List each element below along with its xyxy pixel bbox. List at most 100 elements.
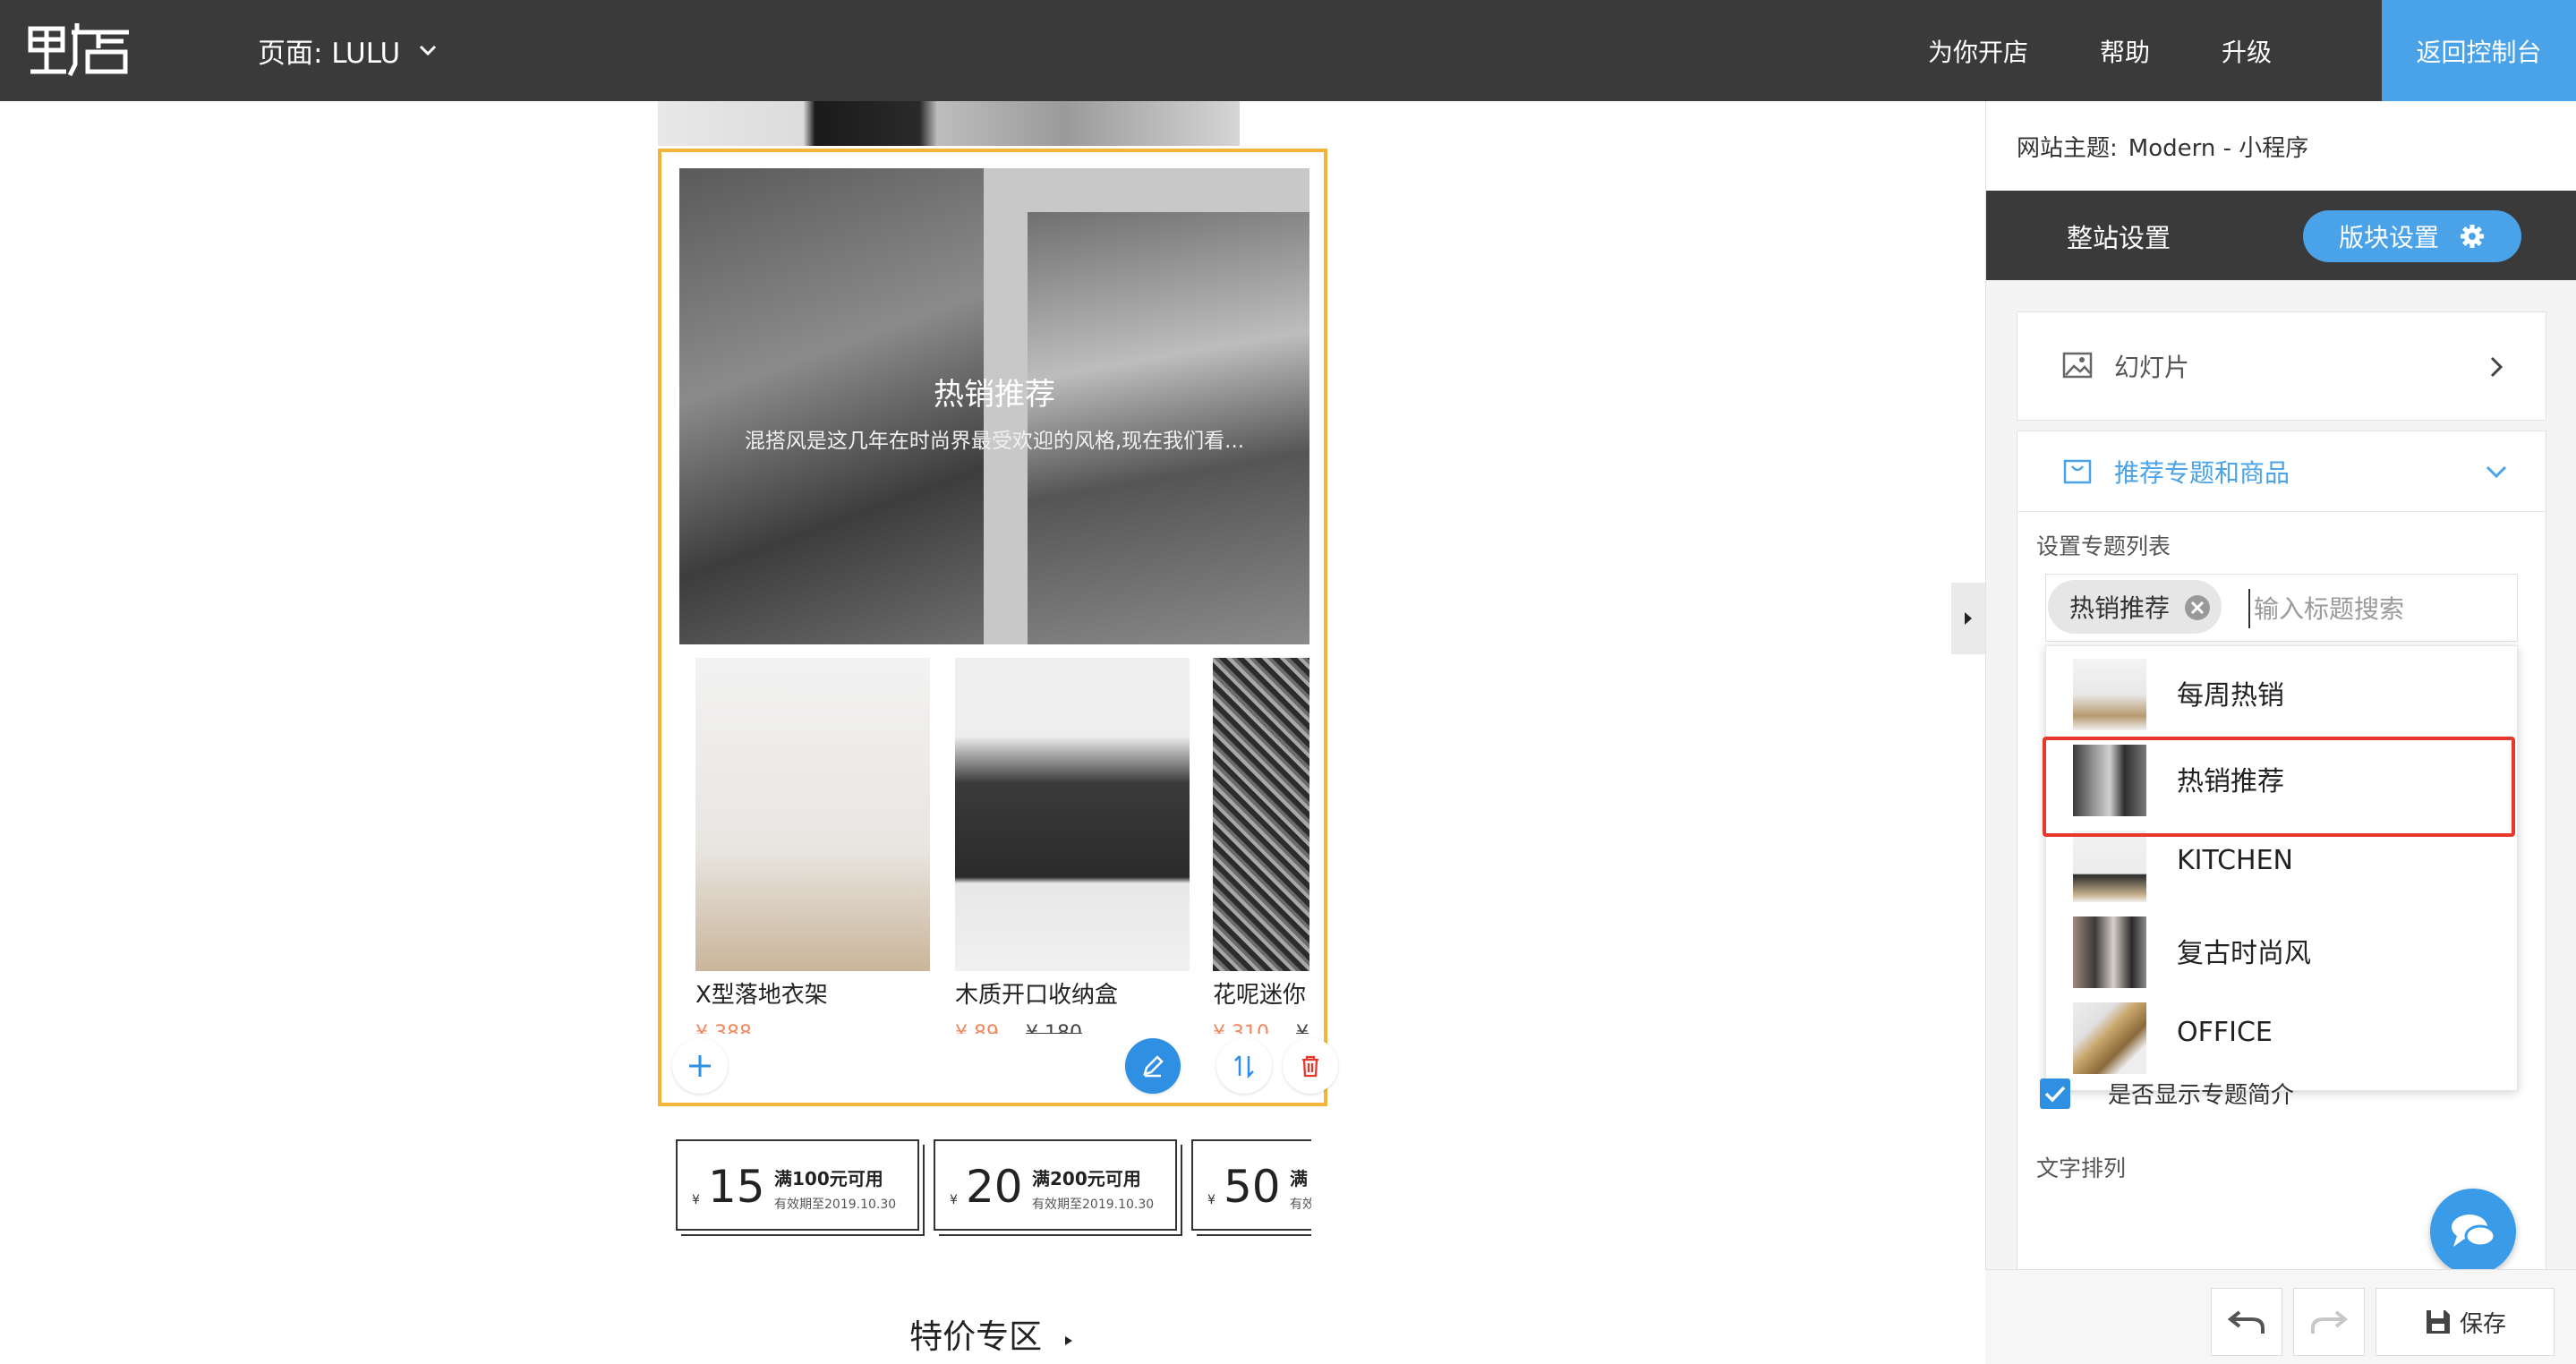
option-thumbnail xyxy=(2073,916,2146,988)
coupon-expiry: 有效 xyxy=(1290,1198,1311,1212)
product-name: X型落地衣架 xyxy=(695,982,828,1009)
save-label: 保存 xyxy=(2459,1310,2506,1338)
delete-block-button[interactable] xyxy=(1283,1038,1338,1094)
product-image xyxy=(955,658,1190,971)
coupon-condition: 满200元可用 xyxy=(1032,1168,1141,1189)
coupon-condition: 满100元可用 xyxy=(774,1168,883,1189)
pencil-icon xyxy=(1143,1055,1164,1078)
save-icon xyxy=(2426,1310,2450,1334)
undo-button[interactable] xyxy=(2211,1288,2282,1356)
product-card[interactable]: 木质开口收纳盒 ¥ 89 ¥ 180 xyxy=(955,658,1190,1034)
coupon-expiry: 有效期至2019.10.30 xyxy=(1032,1198,1155,1212)
selected-topic-tag: 热销推荐 xyxy=(2048,580,2222,634)
redo-icon xyxy=(2311,1310,2349,1334)
topic-tag-input[interactable]: 热销推荐 xyxy=(2045,574,2518,642)
collapse-panel-toggle[interactable] xyxy=(1951,583,1985,654)
redo-button[interactable] xyxy=(2293,1288,2365,1356)
chevron-down-icon xyxy=(2486,465,2507,479)
chat-button[interactable] xyxy=(2430,1189,2516,1274)
back-to-dashboard-button[interactable]: 返回控制台 xyxy=(2382,0,2576,101)
nav-open-store[interactable]: 为你开店 xyxy=(1928,0,2028,101)
settings-panel: 网站主题: Modern - 小程序 整站设置 版块设置 幻灯片 推荐专题和商品… xyxy=(1985,101,2576,1364)
nav-open-store-label: 为你开店 xyxy=(1928,37,2029,67)
option-label: KITCHEN xyxy=(2177,845,2293,876)
product-name: 花呢迷你 xyxy=(1213,982,1307,1009)
option-label: OFFICE xyxy=(2177,1017,2273,1048)
product-image xyxy=(1213,658,1309,971)
page-canvas: 热销推荐 混搭风是这几年在时尚界最受欢迎的风格,现在我们看... X型落地衣架 … xyxy=(0,101,1985,1364)
undo-icon xyxy=(2227,1310,2265,1334)
plus-icon xyxy=(689,1055,711,1077)
show-intro-option[interactable]: 是否显示专题简介 xyxy=(2040,1077,2294,1110)
theme-value: Modern - 小程序 xyxy=(2128,134,2309,162)
product-price: ¥ 388 xyxy=(695,1022,930,1034)
bottom-toolbar: 保存 xyxy=(1985,1269,2576,1364)
coupon-currency: ¥ xyxy=(950,1193,958,1207)
coupon-card[interactable]: ¥ 15 满100元可用 有效期至2019.10.30 xyxy=(676,1139,919,1231)
coupon-card[interactable]: ¥ 50 满 有效 xyxy=(1191,1139,1311,1231)
dropdown-option[interactable]: OFFICE xyxy=(2046,990,2519,1076)
sort-icon xyxy=(1234,1055,1254,1079)
theme-label: 网站主题: xyxy=(2017,134,2118,162)
recommend-label: 推荐专题和商品 xyxy=(2114,457,2290,488)
product-price: ¥ 310 ¥ xyxy=(1213,1022,1309,1034)
nav-upgrade[interactable]: 升级 xyxy=(2222,0,2272,101)
topic-list-label: 设置专题列表 xyxy=(2036,533,2171,559)
chat-bubbles-icon xyxy=(2452,1215,2496,1248)
special-offer-heading[interactable]: 特价专区 xyxy=(658,1309,1327,1358)
banner-subtitle: 混搭风是这几年在时尚界最受欢迎的风格,现在我们看... xyxy=(744,430,1245,453)
price-current: ¥ 89 xyxy=(955,1022,999,1034)
text-align-label: 文字排列 xyxy=(2036,1155,2127,1181)
option-thumbnail xyxy=(2073,1002,2146,1074)
option-thumbnail xyxy=(2073,745,2146,816)
option-thumbnail xyxy=(2073,659,2146,730)
product-card[interactable]: X型落地衣架 ¥ 388 xyxy=(695,658,930,1034)
image-icon xyxy=(2062,352,2093,379)
price-current: ¥ 310 xyxy=(1213,1022,1269,1034)
slideshow-section[interactable]: 幻灯片 xyxy=(2017,311,2546,421)
dropdown-option[interactable]: 复古时尚风 xyxy=(2046,904,2519,990)
dropdown-option[interactable]: 热销推荐 xyxy=(2046,732,2519,818)
chevron-right-icon xyxy=(2490,356,2503,378)
coupon-amount: 20 xyxy=(966,1161,1023,1213)
checkmark-icon xyxy=(2044,1086,2066,1103)
settings-tabs: 整站设置 版块设置 xyxy=(1986,191,2576,280)
tab-block-settings[interactable]: 版块设置 xyxy=(2303,210,2521,262)
option-label: 复古时尚风 xyxy=(2177,938,2311,969)
dropdown-option[interactable]: 每周热销 xyxy=(2046,646,2519,732)
show-intro-label: 是否显示专题简介 xyxy=(2108,1082,2295,1109)
coupon-condition: 满 xyxy=(1290,1168,1308,1189)
topic-search-input[interactable] xyxy=(2254,587,2504,630)
coupon-list: ¥ 15 满100元可用 有效期至2019.10.30 ¥ 20 满200元可用… xyxy=(676,1139,1311,1238)
product-name: 木质开口收纳盒 xyxy=(955,982,1119,1009)
topic-banner[interactable]: 热销推荐 混搭风是这几年在时尚界最受欢迎的风格,现在我们看... xyxy=(679,168,1309,644)
banner-title: 热销推荐 xyxy=(934,377,1055,413)
trash-icon xyxy=(1302,1055,1318,1078)
selected-block[interactable]: 热销推荐 混搭风是这几年在时尚界最受欢迎的风格,现在我们看... X型落地衣架 … xyxy=(658,149,1338,1106)
edit-block-button[interactable] xyxy=(1125,1038,1181,1094)
reorder-block-button[interactable] xyxy=(1216,1038,1272,1094)
nav-upgrade-label: 升级 xyxy=(2222,37,2273,67)
nav-help-label: 帮助 xyxy=(2100,37,2151,67)
dropdown-option[interactable]: KITCHEN xyxy=(2046,818,2519,904)
remove-tag-icon[interactable] xyxy=(2184,594,2211,621)
nav-help[interactable]: 帮助 xyxy=(2100,0,2150,101)
show-intro-checkbox[interactable] xyxy=(2040,1078,2070,1109)
slideshow-header[interactable]: 幻灯片 xyxy=(2017,312,2546,420)
text-cursor xyxy=(2248,589,2250,628)
product-image xyxy=(695,658,930,971)
page-selector[interactable]: 页面: LULU xyxy=(258,30,438,70)
caret-right-icon xyxy=(1965,612,1972,625)
save-button[interactable]: 保存 xyxy=(2376,1288,2555,1356)
price-current: ¥ 388 xyxy=(695,1022,752,1034)
product-list: X型落地衣架 ¥ 388 木质开口收纳盒 ¥ 89 ¥ 180 花呢迷你 ¥ 31… xyxy=(695,658,1309,1034)
recommend-header[interactable]: 推荐专题和商品 xyxy=(2017,431,2546,512)
coupon-amount: 15 xyxy=(708,1161,765,1213)
coupon-card[interactable]: ¥ 20 满200元可用 有效期至2019.10.30 xyxy=(934,1139,1177,1231)
phone-preview: 热销推荐 混搭风是这几年在时尚界最受欢迎的风格,现在我们看... X型落地衣架 … xyxy=(658,101,1338,1364)
tab-site-settings[interactable]: 整站设置 xyxy=(2067,217,2171,255)
add-block-button[interactable] xyxy=(672,1038,728,1094)
price-original: ¥ xyxy=(1295,1022,1309,1034)
slideshow-label: 幻灯片 xyxy=(2114,353,2190,382)
product-card[interactable]: 花呢迷你 ¥ 310 ¥ xyxy=(1213,658,1309,1034)
